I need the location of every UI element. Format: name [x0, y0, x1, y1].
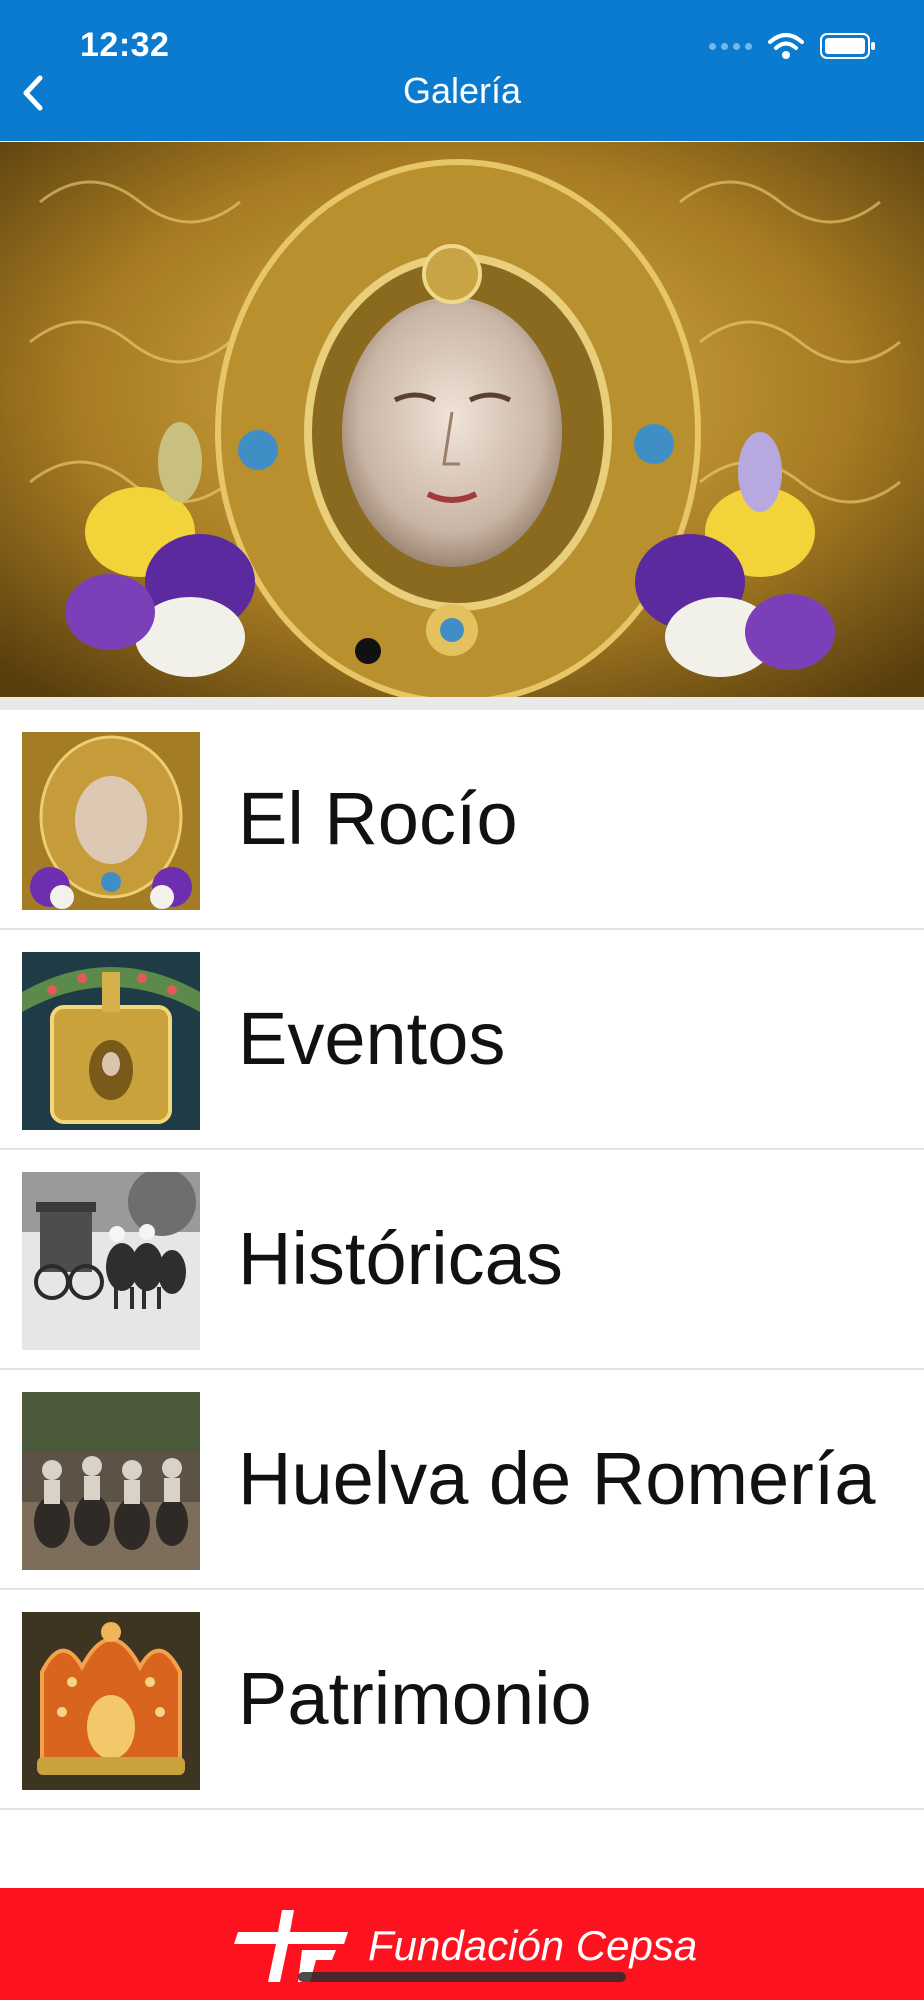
list-item-label: El Rocío: [238, 777, 518, 860]
page-title: Galería: [402, 70, 522, 111]
gallery-list: El Rocío Eventos Históricas Huelva de Ro…: [0, 710, 924, 1810]
status-icons: [709, 32, 876, 60]
carousel-page-indicator[interactable]: [355, 638, 381, 664]
footer-brand-name: Fundación Cepsa: [368, 1922, 698, 1969]
list-item-patrimonio[interactable]: Patrimonio: [0, 1590, 924, 1810]
virgin-image: [0, 142, 924, 697]
section-divider: [0, 697, 924, 710]
silver-float-thumbnail-icon: [22, 952, 200, 1130]
hero-banner-image[interactable]: [0, 142, 924, 697]
list-item-historicas[interactable]: Históricas: [0, 1150, 924, 1370]
list-item-label: Huelva de Romería: [238, 1437, 876, 1520]
list-item-eventos[interactable]: Eventos: [0, 930, 924, 1150]
historic-carriage-thumbnail-icon: [22, 1172, 200, 1350]
footer-banner[interactable]: Fundación Cepsa: [0, 1888, 924, 2000]
list-item-label: Eventos: [238, 997, 506, 1080]
battery-icon: [820, 32, 876, 60]
pilgrims-horses-thumbnail-icon: [22, 1392, 200, 1570]
cellular-signal-icon: [709, 42, 752, 50]
home-indicator[interactable]: [298, 1972, 626, 1982]
list-item-label: Históricas: [238, 1217, 563, 1300]
list-item-el-rocio[interactable]: El Rocío: [0, 710, 924, 930]
list-item-huelva-de-romeria[interactable]: Huelva de Romería: [0, 1370, 924, 1590]
status-time: 12:32: [80, 26, 170, 64]
navigation-bar: 12:32 Galería: [0, 0, 924, 141]
wifi-icon: [768, 32, 804, 60]
list-item-label: Patrimonio: [238, 1657, 592, 1740]
golden-crown-thumbnail-icon: [22, 1612, 200, 1790]
virgin-face-thumbnail-icon: [22, 732, 200, 910]
